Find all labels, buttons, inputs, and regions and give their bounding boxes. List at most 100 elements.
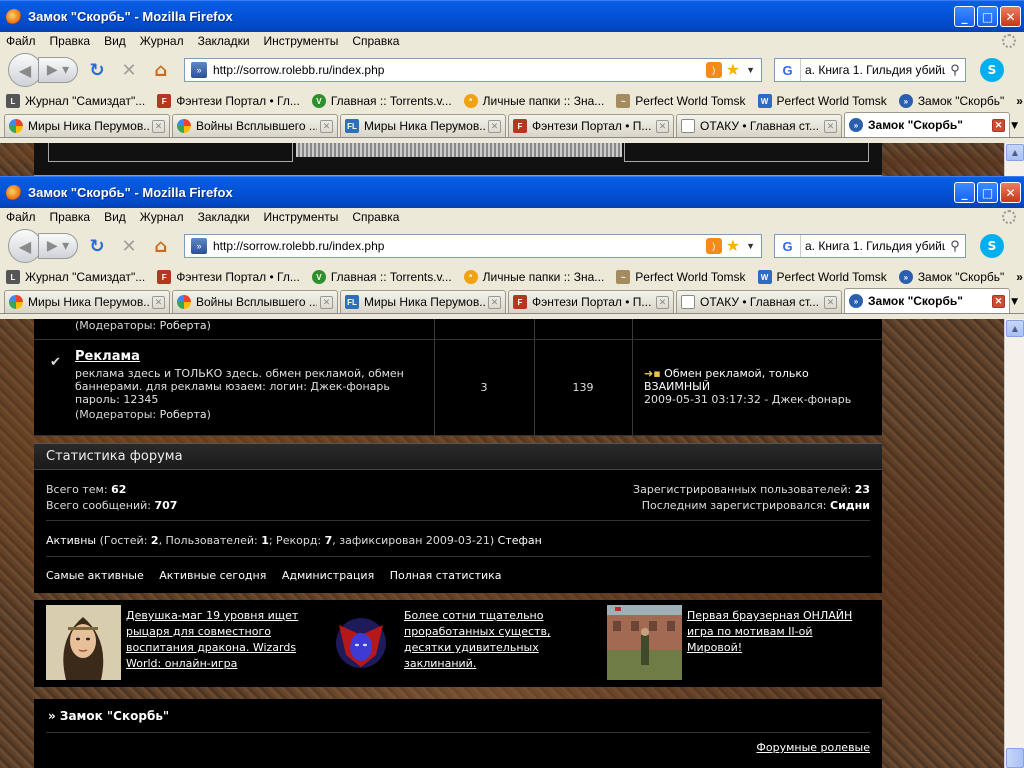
- search-input[interactable]: а. Книга 1. Гильдия убийц: [801, 239, 945, 253]
- bookmark-personal-folders[interactable]: * Личные папки :: Зна...: [463, 270, 604, 284]
- bookmark-fantasy-portal[interactable]: F Фэнтези Портал • Гл...: [157, 270, 300, 284]
- close-tab-icon[interactable]: ✕: [152, 119, 165, 133]
- reload-button[interactable]: ↻: [84, 57, 110, 83]
- menu-bookmarks[interactable]: Закладки: [198, 34, 250, 48]
- close-tab-icon[interactable]: ✕: [656, 295, 669, 309]
- tab-nik-perumov-2[interactable]: FL Миры Ника Перумов... ✕: [340, 114, 506, 137]
- bookmark-perfect-world-2[interactable]: W Perfect World Tomsk: [757, 94, 887, 108]
- close-button[interactable]: ✕: [1000, 6, 1021, 27]
- tab-fantasy-portal[interactable]: F Фэнтези Портал • П... ✕: [508, 114, 674, 137]
- tab-nik-perumov-1[interactable]: Миры Ника Перумов... ✕: [4, 114, 170, 137]
- scrollbar[interactable]: ▲: [1004, 319, 1024, 768]
- menu-help[interactable]: Справка: [352, 34, 399, 48]
- close-tab-icon[interactable]: ✕: [488, 295, 501, 309]
- menu-view[interactable]: Вид: [104, 34, 126, 48]
- close-tab-icon[interactable]: ✕: [992, 294, 1005, 308]
- bookmark-samizdat[interactable]: L Журнал "Самиздат"...: [6, 270, 145, 284]
- bookmark-zamok[interactable]: » Замок "Скорбь": [898, 94, 1004, 108]
- search-engine-icon[interactable]: G: [775, 59, 801, 81]
- close-tab-icon[interactable]: ✕: [152, 295, 165, 309]
- ad-image-sorceress[interactable]: [46, 605, 121, 680]
- menu-edit[interactable]: Правка: [50, 210, 91, 224]
- ad-image-creature[interactable]: [324, 605, 399, 680]
- close-tab-icon[interactable]: ✕: [320, 295, 333, 309]
- tab-otaku[interactable]: ОТАКУ • Главная ст... ✕: [676, 114, 842, 137]
- close-button[interactable]: ✕: [1000, 182, 1021, 203]
- menu-help[interactable]: Справка: [352, 210, 399, 224]
- url-text[interactable]: http://sorrow.rolebb.ru/index.php: [213, 239, 706, 253]
- bookmarks-overflow-button[interactable]: »: [1016, 270, 1023, 284]
- bookmarks-overflow-button[interactable]: »: [1016, 94, 1023, 108]
- forward-button[interactable]: ▶ ▾: [38, 233, 78, 259]
- url-dropdown-icon[interactable]: ▼: [746, 241, 755, 251]
- bookmark-perfect-world-1[interactable]: ~ Perfect World Tomsk: [616, 270, 746, 284]
- bookmark-samizdat[interactable]: L Журнал "Самиздат"...: [6, 94, 145, 108]
- site-identity-icon[interactable]: »: [191, 238, 207, 254]
- maximize-button[interactable]: □: [977, 6, 998, 27]
- bookmark-star-icon[interactable]: ★: [726, 236, 740, 256]
- tab-otaku[interactable]: ОТАКУ • Главная ст... ✕: [676, 290, 842, 313]
- menu-edit[interactable]: Правка: [50, 34, 91, 48]
- active-today-link[interactable]: Активные сегодня: [159, 569, 266, 582]
- reload-button[interactable]: ↻: [84, 233, 110, 259]
- tab-nik-perumov-1[interactable]: Миры Ника Перумов... ✕: [4, 290, 170, 313]
- close-tab-icon[interactable]: ✕: [992, 118, 1005, 132]
- close-tab-icon[interactable]: ✕: [824, 295, 837, 309]
- menu-bookmarks[interactable]: Закладки: [198, 210, 250, 224]
- stop-button[interactable]: ✕: [116, 233, 142, 259]
- menu-history[interactable]: Журнал: [140, 34, 184, 48]
- minimize-button[interactable]: _: [954, 6, 975, 27]
- menu-view[interactable]: Вид: [104, 210, 126, 224]
- full-stats-link[interactable]: Полная статистика: [390, 569, 502, 582]
- administration-link[interactable]: Администрация: [282, 569, 374, 582]
- active-user-link[interactable]: Стефан: [498, 534, 542, 547]
- ad-link-creatures[interactable]: Более сотни тщательно проработанных суще…: [404, 608, 594, 672]
- search-bar[interactable]: G а. Книга 1. Гильдия убийц ⚲: [774, 234, 966, 258]
- back-button[interactable]: ◀: [8, 53, 42, 87]
- title-bar[interactable]: Замок "Скорбь" - Mozilla Firefox _ □ ✕: [0, 176, 1024, 208]
- scroll-thumb[interactable]: [1006, 748, 1024, 768]
- scroll-up-button[interactable]: ▲: [1006, 320, 1024, 337]
- tab-nik-perumov-2[interactable]: FL Миры Ника Перумов... ✕: [340, 290, 506, 313]
- search-input[interactable]: а. Книга 1. Гильдия убийц: [801, 63, 945, 77]
- active-users-link[interactable]: Активны: [46, 534, 96, 547]
- close-tab-icon[interactable]: ✕: [656, 119, 669, 133]
- search-icon[interactable]: ⚲: [945, 238, 965, 254]
- title-bar[interactable]: Замок "Скорбь" - Mozilla Firefox _ □ ✕: [0, 0, 1024, 32]
- tab-zamok[interactable]: » Замок "Скорбь" ✕: [844, 112, 1010, 137]
- moderator-link[interactable]: Роберта: [160, 319, 207, 332]
- search-bar[interactable]: G а. Книга 1. Гильдия убийц ⚲: [774, 58, 966, 82]
- bookmark-torrents[interactable]: V Главная :: Torrents.v...: [311, 270, 452, 284]
- tab-wars[interactable]: Войны Всплывшего ... ✕: [172, 114, 338, 137]
- bookmark-perfect-world-2[interactable]: W Perfect World Tomsk: [757, 270, 887, 284]
- ad-image-ww2[interactable]: [607, 605, 682, 680]
- site-identity-icon[interactable]: »: [191, 62, 207, 78]
- scrollbar[interactable]: ▲: [1004, 143, 1024, 176]
- scroll-up-button[interactable]: ▲: [1006, 144, 1024, 161]
- url-bar[interactable]: » http://sorrow.rolebb.ru/index.php ) ★ …: [184, 58, 762, 82]
- close-tab-icon[interactable]: ✕: [320, 119, 333, 133]
- close-tab-icon[interactable]: ✕: [488, 119, 501, 133]
- tab-zamok[interactable]: » Замок "Скорбь" ✕: [844, 288, 1010, 313]
- tab-wars[interactable]: Войны Всплывшего ... ✕: [172, 290, 338, 313]
- menu-history[interactable]: Журнал: [140, 210, 184, 224]
- moderator-link[interactable]: Роберта: [160, 408, 207, 421]
- menu-file[interactable]: Файл: [6, 34, 36, 48]
- home-button[interactable]: ⌂: [148, 57, 174, 83]
- home-button[interactable]: ⌂: [148, 233, 174, 259]
- tab-fantasy-portal[interactable]: F Фэнтези Портал • П... ✕: [508, 290, 674, 313]
- tab-list-icon[interactable]: ▼: [1011, 297, 1018, 307]
- maximize-button[interactable]: □: [977, 182, 998, 203]
- minimize-button[interactable]: _: [954, 182, 975, 203]
- skype-icon[interactable]: S: [980, 58, 1004, 82]
- bookmark-torrents[interactable]: V Главная :: Torrents.v...: [311, 94, 452, 108]
- ad-link-wizards-world[interactable]: Девушка-маг 19 уровня ищет рыцаря для со…: [126, 608, 316, 672]
- roleplay-forums-link[interactable]: Форумные ролевые: [756, 741, 870, 754]
- menu-tools[interactable]: Инструменты: [264, 34, 339, 48]
- back-button[interactable]: ◀: [8, 229, 42, 263]
- menu-file[interactable]: Файл: [6, 210, 36, 224]
- rss-icon[interactable]: ): [705, 62, 722, 78]
- search-icon[interactable]: ⚲: [945, 62, 965, 78]
- skype-icon[interactable]: S: [980, 234, 1004, 258]
- close-tab-icon[interactable]: ✕: [824, 119, 837, 133]
